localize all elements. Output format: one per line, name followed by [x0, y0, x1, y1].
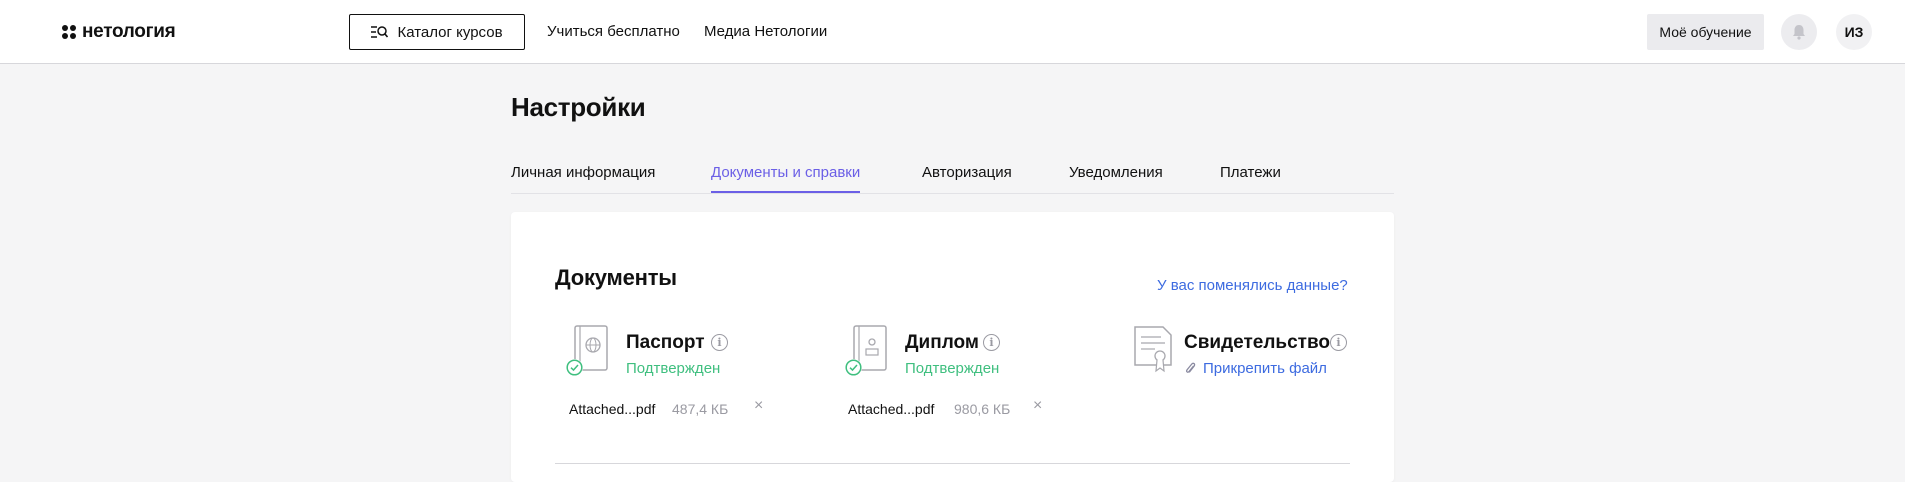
documents-card: Документы У вас поменялись данные? Паспо…	[511, 212, 1394, 482]
diploma-file-name[interactable]: Attached...pdf	[848, 401, 934, 417]
diploma-file-size: 980,6 КБ	[954, 401, 1011, 417]
page-title: Настройки	[511, 92, 646, 122]
certificate-name: Свидетельство	[1184, 332, 1330, 353]
logo-text: нетология	[82, 21, 176, 42]
data-changed-link[interactable]: У вас поменялись данные?	[1157, 277, 1348, 294]
bell-icon	[1793, 25, 1805, 40]
diploma-remove-file-icon[interactable]: ×	[1033, 397, 1042, 415]
passport-file-name[interactable]: Attached...pdf	[569, 401, 655, 417]
catalog-search-icon	[371, 26, 389, 38]
certificate-info-icon[interactable]: i	[1330, 334, 1347, 351]
documents-title: Документы	[555, 265, 677, 290]
attach-file-link[interactable]: Прикрепить файл	[1203, 360, 1327, 377]
avatar[interactable]: ИЗ	[1836, 14, 1872, 50]
nav-link-learn-free[interactable]: Учиться бесплатно	[547, 23, 680, 40]
tab-authorization[interactable]: Авторизация	[922, 164, 1012, 191]
diploma-status: Подтвержден	[905, 360, 1000, 377]
nav-link-media[interactable]: Медиа Нетологии	[704, 23, 827, 40]
tab-personal-info[interactable]: Личная информация	[511, 164, 655, 191]
logo[interactable]: нетология	[62, 21, 176, 43]
notifications-button[interactable]	[1781, 14, 1817, 50]
verified-check-icon	[845, 359, 862, 376]
passport-name: Паспорт	[626, 332, 705, 353]
passport-remove-file-icon[interactable]: ×	[754, 397, 763, 415]
verified-check-icon	[566, 359, 583, 376]
tab-notifications[interactable]: Уведомления	[1069, 164, 1163, 191]
logo-icon	[62, 25, 76, 39]
divider	[555, 463, 1350, 464]
passport-file-size: 487,4 КБ	[672, 401, 729, 417]
tab-payments[interactable]: Платежи	[1220, 164, 1281, 191]
passport-status: Подтвержден	[626, 360, 721, 377]
passport-info-icon[interactable]: i	[711, 334, 728, 351]
diploma-name: Диплом	[905, 332, 979, 353]
top-header: нетология Каталог курсов Учиться бесплат…	[0, 0, 1905, 64]
certificate-icon	[1134, 326, 1172, 373]
catalog-button[interactable]: Каталог курсов	[349, 14, 525, 50]
my-learning-button[interactable]: Моё обучение	[1647, 14, 1764, 50]
settings-tabs: Личная информация Документы и справки Ав…	[511, 158, 1394, 194]
paperclip-icon	[1185, 362, 1196, 373]
tab-documents[interactable]: Документы и справки	[711, 164, 861, 193]
diploma-info-icon[interactable]: i	[983, 334, 1000, 351]
catalog-label: Каталог курсов	[397, 23, 503, 41]
